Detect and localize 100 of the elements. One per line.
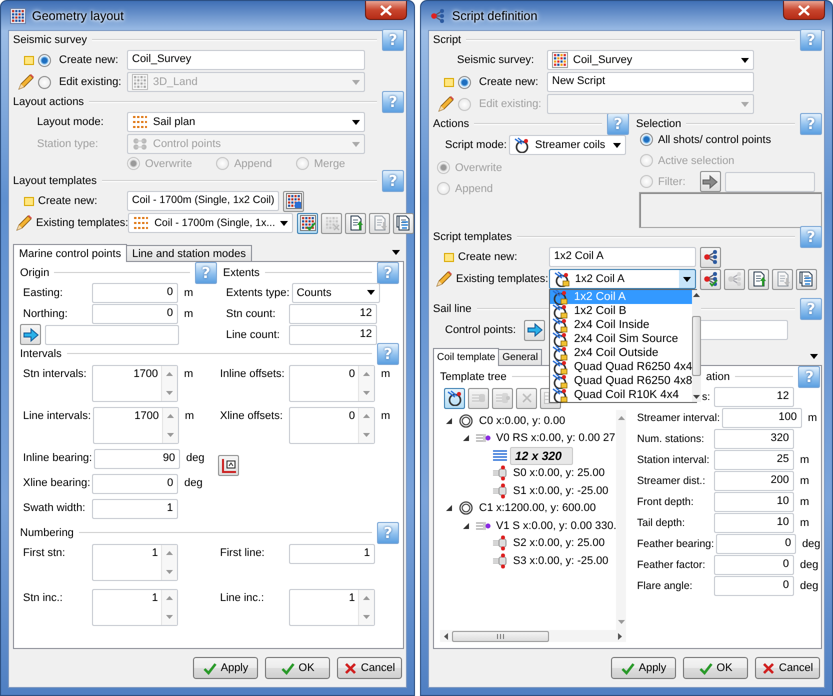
spin-field[interactable]: 1	[92, 544, 178, 581]
spin-field[interactable]: 0	[289, 407, 375, 444]
dropdown-option[interactable]: 2x4 Coil Outside	[550, 346, 692, 360]
text-field[interactable]: Coil - 1700m (Single, 1x2 Coil)	[127, 191, 280, 211]
text-field[interactable]: 10	[714, 492, 794, 512]
apply-button[interactable]: Apply	[193, 657, 258, 679]
spin-field[interactable]: 1	[92, 589, 178, 626]
text-field[interactable]: 1x2 Coil A	[549, 247, 696, 267]
field-label: Seismic survey:	[457, 54, 534, 66]
spin-field[interactable]: 0	[289, 365, 375, 402]
add-template-button[interactable]	[700, 246, 721, 268]
close-button[interactable]	[365, 1, 407, 20]
arrow-button[interactable]	[700, 171, 720, 192]
dropdown[interactable]: Coil - 1700m (Single, 1x...	[128, 213, 294, 233]
dropdown-option[interactable]: Quad Quad R6250 4x4	[550, 360, 692, 374]
text-field[interactable]	[45, 324, 179, 344]
close-button[interactable]	[783, 1, 825, 20]
text-field[interactable]: 25	[714, 450, 794, 470]
text-field[interactable]: 0	[92, 304, 178, 324]
grid-icon	[10, 8, 26, 24]
text-field[interactable]: 12	[289, 324, 377, 344]
scrollbar[interactable]	[692, 290, 702, 402]
toolbar-button[interactable]	[444, 388, 465, 408]
scrollbar[interactable]	[440, 630, 626, 642]
cross-icon	[762, 662, 775, 674]
dropdown[interactable]: Streamer coils	[509, 135, 626, 155]
spin-field[interactable]: 1700	[92, 365, 178, 402]
tree-item[interactable]: S1 x:0.00, y: -25.00	[510, 484, 612, 498]
text-field[interactable]	[724, 172, 814, 192]
dropdown-option[interactable]: 2x4 Coil Sim Source	[550, 332, 692, 346]
text-field[interactable]: 12	[714, 386, 794, 406]
rings-icon	[458, 412, 474, 429]
tree-item[interactable]: S0 x:0.00, y: 25.00	[510, 466, 608, 480]
text-field[interactable]: 1	[92, 499, 178, 519]
tab[interactable]: General	[498, 349, 542, 365]
arrow-button[interactable]	[524, 320, 545, 340]
radio-button[interactable]	[38, 76, 51, 88]
tab[interactable]: Coil template	[433, 348, 500, 366]
field-label: Xline offsets:	[219, 409, 284, 422]
dropdown-option[interactable]: Quad Quad R6250 4x8	[550, 374, 692, 388]
tree-item[interactable]: V0 RS x:0.00, y: 0.00 27	[493, 431, 616, 446]
save-template-button[interactable]	[283, 190, 304, 212]
dropdown[interactable]: Sail plan	[127, 112, 365, 132]
text-field[interactable]: 0	[92, 282, 178, 302]
dropdown-option[interactable]: 2x4 Coil Inside	[550, 318, 692, 332]
cancel-button[interactable]: Cancel	[337, 657, 402, 679]
tree-item[interactable]: 12 x 320	[510, 446, 573, 465]
tree-item[interactable]: C1 x:1200.00, y: 600.00	[476, 501, 599, 516]
text-field[interactable]: 0	[92, 474, 178, 494]
tree-item[interactable]: S2 x:0.00, y: 25.00	[510, 536, 608, 550]
ok-button[interactable]: OK	[683, 657, 748, 679]
ok-button[interactable]: OK	[265, 657, 330, 679]
coil-lock-icon	[552, 373, 568, 389]
spin-field[interactable]: 1700	[92, 407, 179, 444]
radio-button[interactable]	[640, 133, 653, 146]
list-box[interactable]	[639, 192, 822, 228]
text-field[interactable]: 12	[289, 304, 377, 324]
field-label: Easting:	[22, 286, 64, 298]
text-field[interactable]: New Script	[547, 72, 754, 92]
text-field[interactable]: 1	[289, 544, 375, 564]
text-field[interactable]: 0	[714, 576, 794, 596]
toolbar-button[interactable]	[297, 212, 318, 234]
text-field[interactable]: 320	[714, 428, 794, 448]
text-field[interactable]: 100	[722, 408, 802, 428]
spin-field[interactable]: 1	[289, 589, 375, 626]
scroll-thumb[interactable]	[692, 316, 702, 376]
tab[interactable]: Marine control points	[13, 244, 128, 262]
scroll-thumb[interactable]	[452, 630, 549, 642]
tree-item[interactable]: S3 x:0.00, y: -25.00	[510, 554, 612, 568]
radio-button[interactable]	[458, 76, 471, 88]
down-arrow-icon	[363, 391, 370, 395]
dropdown-option[interactable]: Quad Coil R10K 4x4	[550, 388, 692, 402]
radio-button[interactable]	[38, 54, 51, 66]
toolbar-button[interactable]	[796, 268, 817, 290]
tree-item[interactable]: C0 x:0.00, y: 0.00	[476, 414, 568, 428]
toolbar-button[interactable]	[345, 212, 366, 234]
text-field[interactable]: 0	[714, 554, 794, 574]
dropdown[interactable]: Coil_Survey	[547, 50, 754, 70]
dropdown[interactable]: Counts	[292, 282, 380, 302]
dropdown-option[interactable]: 1x2 Coil B	[550, 304, 692, 318]
arrow-button[interactable]	[20, 324, 41, 345]
scrollbar[interactable]	[616, 410, 626, 630]
text-field[interactable]: Coil_Survey	[127, 50, 365, 70]
document-up-icon	[348, 215, 364, 231]
toolbar-button[interactable]	[700, 268, 721, 290]
text-field[interactable]: 200	[714, 470, 794, 490]
text-field[interactable]: 0	[716, 534, 796, 554]
check-icon	[202, 662, 217, 674]
cancel-button[interactable]: Cancel	[755, 657, 820, 679]
tab[interactable]: Line and station modes	[126, 245, 252, 261]
arrow-icon	[702, 174, 718, 188]
text-field[interactable]: 90	[94, 449, 180, 469]
text-field[interactable]: 10	[714, 512, 794, 532]
bearing-button[interactable]	[218, 455, 239, 476]
up-arrow-icon	[363, 414, 370, 418]
toolbar-button[interactable]	[393, 212, 414, 234]
field-label: Script mode:	[445, 139, 507, 151]
tree-item[interactable]: V1 S x:0.00, y: 0.00 330.	[493, 518, 616, 533]
apply-button[interactable]: Apply	[611, 657, 676, 679]
toolbar-button[interactable]	[748, 268, 769, 290]
